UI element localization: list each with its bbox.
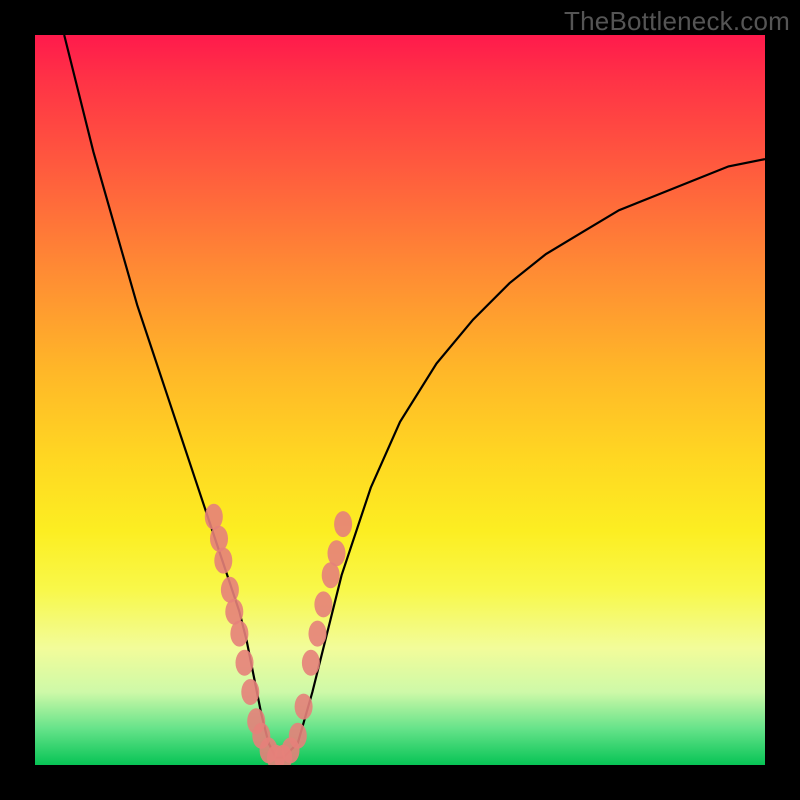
marker-cluster-left bbox=[205, 504, 285, 765]
chart-svg bbox=[35, 35, 765, 765]
data-marker bbox=[289, 723, 307, 749]
data-marker bbox=[236, 650, 254, 676]
data-marker bbox=[214, 548, 232, 574]
data-marker bbox=[309, 621, 327, 647]
plot-area bbox=[35, 35, 765, 765]
data-marker bbox=[328, 540, 346, 566]
data-marker bbox=[221, 577, 239, 603]
data-marker bbox=[314, 591, 332, 617]
data-marker bbox=[241, 679, 259, 705]
watermark-text: TheBottleneck.com bbox=[564, 6, 790, 37]
bottleneck-curve bbox=[64, 35, 765, 758]
outer-frame: TheBottleneck.com bbox=[0, 0, 800, 800]
data-marker bbox=[295, 694, 313, 720]
data-marker bbox=[302, 650, 320, 676]
marker-cluster-right bbox=[274, 511, 352, 765]
data-marker bbox=[230, 621, 248, 647]
data-marker bbox=[210, 526, 228, 552]
data-marker bbox=[334, 511, 352, 537]
